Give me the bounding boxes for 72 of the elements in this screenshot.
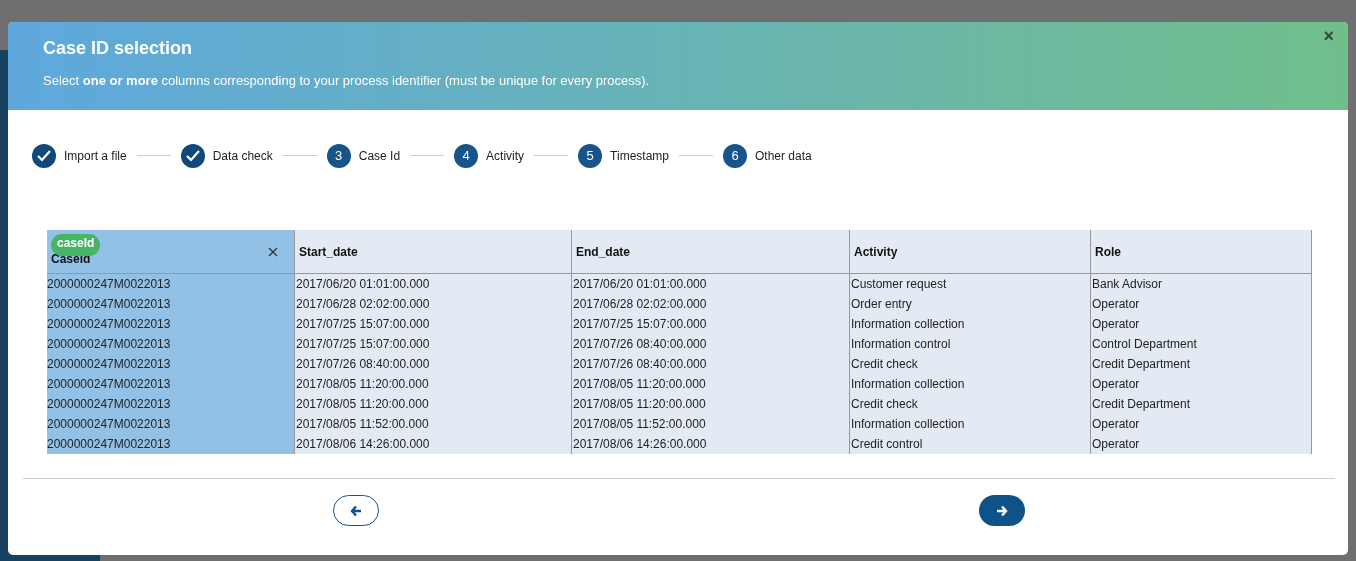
table-cell: 2017/07/25 15:07:00.000 bbox=[571, 314, 849, 334]
table-cell: 2017/07/26 08:40:00.000 bbox=[571, 354, 849, 374]
dialog-subtitle: Select one or more columns corresponding to your process identifier (must be unique for every process). bbox=[43, 73, 651, 88]
column-title: Activity bbox=[854, 244, 898, 259]
next-button[interactable] bbox=[979, 495, 1025, 526]
arrow-right-icon bbox=[996, 504, 1008, 517]
step-label: Case Id bbox=[358, 148, 401, 163]
table-cell: 2017/08/06 14:26:00.000 bbox=[294, 434, 571, 454]
table-cell: 2017/07/25 15:07:00.000 bbox=[294, 334, 571, 354]
column-title: Role bbox=[1095, 244, 1121, 259]
table-cell: 2017/06/28 02:02:00.000 bbox=[294, 294, 571, 314]
table-cell: Credit Department bbox=[1090, 354, 1311, 374]
step-number: 4 bbox=[454, 143, 479, 168]
step-number: 5 bbox=[578, 143, 603, 168]
table-cell: Control Department bbox=[1090, 334, 1311, 354]
table-cell: Credit check bbox=[849, 354, 1090, 374]
column-header[interactable]: Activity bbox=[849, 230, 1090, 274]
table-cell: 2017/06/20 01:01:00.000 bbox=[571, 274, 849, 294]
table-cell: Operator bbox=[1090, 314, 1311, 334]
table-cell: 2017/06/20 01:01:00.000 bbox=[294, 274, 571, 294]
table-cell: 2017/08/05 11:20:00.000 bbox=[294, 374, 571, 394]
step-number: 3 bbox=[326, 143, 351, 168]
dialog-title: Case ID selection bbox=[43, 38, 194, 59]
back-button[interactable] bbox=[333, 495, 379, 526]
table-cell: Credit check bbox=[849, 394, 1090, 414]
step-number: 6 bbox=[723, 143, 747, 168]
step-label: Timestamp bbox=[610, 148, 669, 163]
table-cell: 2017/08/05 11:20:00.000 bbox=[571, 394, 849, 414]
table-cell: Information control bbox=[849, 334, 1090, 354]
column-header[interactable]: Role bbox=[1090, 230, 1311, 274]
table-cell: 2000000247M0022013 bbox=[47, 354, 294, 374]
table-cell: Information collection bbox=[849, 414, 1090, 434]
table-cell: Operator bbox=[1090, 434, 1311, 454]
table-cell: 2017/07/25 15:07:00.000 bbox=[294, 314, 571, 334]
table-cell: Operator bbox=[1090, 374, 1311, 394]
table-cell: 2017/08/05 11:20:00.000 bbox=[571, 374, 849, 394]
table-cell: 2000000247M0022013 bbox=[47, 394, 294, 414]
step-label: Data check bbox=[212, 148, 273, 163]
arrow-left-icon bbox=[350, 504, 362, 517]
table-cell: 2000000247M0022013 bbox=[47, 334, 294, 354]
table-cell: Information collection bbox=[849, 314, 1090, 334]
table-cell: 2017/08/05 11:52:00.000 bbox=[571, 414, 849, 434]
table-cell: 2000000247M0022013 bbox=[47, 294, 294, 314]
table-cell: Operator bbox=[1090, 294, 1311, 314]
table-cell: Operator bbox=[1090, 414, 1311, 434]
column-header[interactable]: End_date bbox=[571, 230, 849, 274]
table-cell: 2017/07/26 08:40:00.000 bbox=[571, 334, 849, 354]
close-button[interactable]: × bbox=[1323, 26, 1334, 47]
table-cell: 2017/06/28 02:02:00.000 bbox=[571, 294, 849, 314]
table-cell: 2000000247M0022013 bbox=[47, 414, 294, 434]
step-label: Import a file bbox=[64, 148, 127, 163]
table-cell: 2000000247M0022013 bbox=[47, 434, 294, 454]
table-cell: 2017/08/06 14:26:00.000 bbox=[571, 434, 849, 454]
table-cell: Bank Advisor bbox=[1090, 274, 1311, 294]
table-cell: 2000000247M0022013 bbox=[47, 314, 294, 334]
table-cell: 2000000247M0022013 bbox=[47, 274, 294, 294]
table-cell: Information collection bbox=[849, 374, 1090, 394]
table-cell: Credit Department bbox=[1090, 394, 1311, 414]
table-cell: 2000000247M0022013 bbox=[47, 374, 294, 394]
column-header[interactable]: Start_date bbox=[294, 230, 571, 274]
step-label: Activity bbox=[486, 148, 525, 163]
column-title: Start_date bbox=[299, 244, 358, 259]
close-icon[interactable] bbox=[268, 247, 278, 257]
table-cell: 2017/07/26 08:40:00.000 bbox=[294, 354, 571, 374]
table-cell: Order entry bbox=[849, 294, 1090, 314]
table-cell: Customer request bbox=[849, 274, 1090, 294]
column-title: End_date bbox=[576, 244, 630, 259]
table-cell: 2017/08/05 11:52:00.000 bbox=[294, 414, 571, 434]
table-cell: 2017/08/05 11:20:00.000 bbox=[294, 394, 571, 414]
step-label: Other data bbox=[755, 148, 812, 163]
column-header[interactable]: caseId CaseId bbox=[47, 230, 294, 274]
table-cell: Credit control bbox=[849, 434, 1090, 454]
